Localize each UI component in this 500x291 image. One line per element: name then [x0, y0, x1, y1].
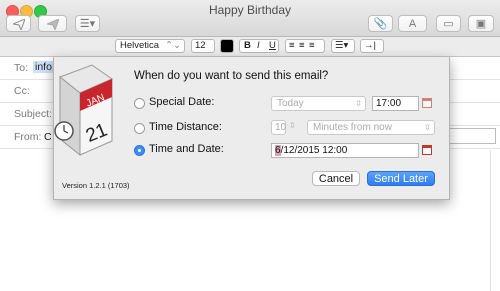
title-bar: Happy Birthday ☰▾ 📎 A ▭ ▣ [0, 0, 500, 37]
time-and-date-label[interactable]: Time and Date: [149, 143, 224, 155]
time-distance-label[interactable]: Time Distance: [149, 121, 222, 133]
format-bar: Helvetica ⌃⌄ 12 B I U ≡ ≡ ≡ ☰▾ →| [0, 37, 500, 57]
list-style-select[interactable]: ☰▾ [331, 39, 355, 53]
subject-label: Subject: [14, 108, 52, 120]
font-select-value: Helvetica [120, 40, 160, 51]
send-button[interactable] [6, 15, 31, 32]
chevron-updown-icon: ⌃⌄ [165, 40, 181, 51]
underline-button[interactable]: U [269, 40, 276, 52]
photo-button[interactable]: ▣ [468, 15, 494, 32]
font-icon: A [408, 18, 417, 30]
to-recipient-token[interactable]: info [33, 61, 54, 73]
list-style-icon: ☰▾ [335, 40, 349, 51]
window-icon: ▭ [443, 18, 454, 30]
font-size-select[interactable]: 12 [191, 39, 215, 53]
distance-stepper[interactable]: ⇳ [289, 121, 296, 130]
alignment-group: ≡ ≡ ≡ [285, 39, 325, 53]
send-later-toolbar-button[interactable] [38, 15, 67, 32]
special-time-value: 17:00 [376, 98, 402, 109]
text-color-swatch[interactable] [220, 39, 234, 53]
calendar-app-icon: JAN 21 [54, 64, 114, 157]
from-label: From: [14, 131, 42, 143]
font-size-value: 12 [195, 40, 206, 51]
body-divider [490, 150, 491, 291]
italic-button[interactable]: I [257, 40, 260, 52]
font-select[interactable]: Helvetica ⌃⌄ [115, 39, 185, 53]
align-center-icon[interactable]: ≡ [299, 40, 305, 52]
to-label: To: [14, 62, 29, 74]
dialog-question: When do you want to send this email? [134, 70, 329, 82]
paperclip-icon: 📎 [373, 18, 388, 30]
datetime-field[interactable]: 6/12/2015 12:00 [271, 143, 419, 158]
time-distance-radio[interactable] [134, 123, 145, 134]
special-date-label[interactable]: Special Date: [149, 96, 214, 108]
special-time-field[interactable]: 17:00 [372, 96, 419, 111]
special-date-select[interactable]: Today ⇳ [271, 96, 366, 111]
from-account-value[interactable]: C [44, 131, 52, 143]
chevron-updown-icon: ⇳ [355, 99, 362, 108]
indent-select[interactable]: →| [360, 39, 384, 53]
cancel-button[interactable]: Cancel [312, 171, 360, 186]
align-right-icon[interactable]: ≡ [309, 40, 315, 52]
send-later-dialog: JAN 21 Version 1.2.1 (1703) When do you … [53, 57, 450, 200]
indent-icon: →| [364, 40, 376, 51]
time-and-date-radio[interactable] [134, 145, 145, 156]
from-account-select[interactable] [448, 128, 496, 144]
datetime-rest: /12/2015 12:00 [280, 145, 348, 156]
distance-unit-select[interactable]: Minutes from now ⇳ [307, 120, 435, 135]
distance-unit-value: Minutes from now [313, 122, 392, 133]
browser-button[interactable]: ▭ [436, 15, 461, 32]
calendar-icon[interactable] [422, 98, 432, 108]
chevron-updown-icon: ⇳ [424, 123, 431, 132]
bold-button[interactable]: B [244, 40, 251, 52]
special-date-value: Today [277, 98, 304, 109]
send-later-button[interactable]: Send Later [367, 171, 435, 186]
cc-label: Cc: [14, 85, 30, 97]
mail-compose-window: Happy Birthday ☰▾ 📎 A ▭ ▣ Helvetica ⌃⌄ 1… [0, 0, 500, 291]
paper-plane-icon [10, 18, 26, 32]
special-date-radio[interactable] [134, 98, 145, 109]
fonts-button[interactable]: A [398, 15, 427, 32]
format-list-button[interactable]: ☰▾ [75, 15, 100, 32]
list-icon: ☰▾ [79, 18, 96, 30]
align-left-icon[interactable]: ≡ [289, 40, 295, 52]
photo-icon: ▣ [475, 18, 487, 30]
calendar-icon[interactable] [422, 145, 432, 155]
distance-amount-field[interactable]: 10 [271, 120, 286, 135]
attach-button[interactable]: 📎 [368, 15, 393, 32]
paper-plane-dim-icon [44, 18, 60, 32]
version-label: Version 1.2.1 (1703) [62, 181, 130, 190]
distance-amount-value: 10 [275, 122, 287, 133]
style-group: B I U [239, 39, 279, 53]
